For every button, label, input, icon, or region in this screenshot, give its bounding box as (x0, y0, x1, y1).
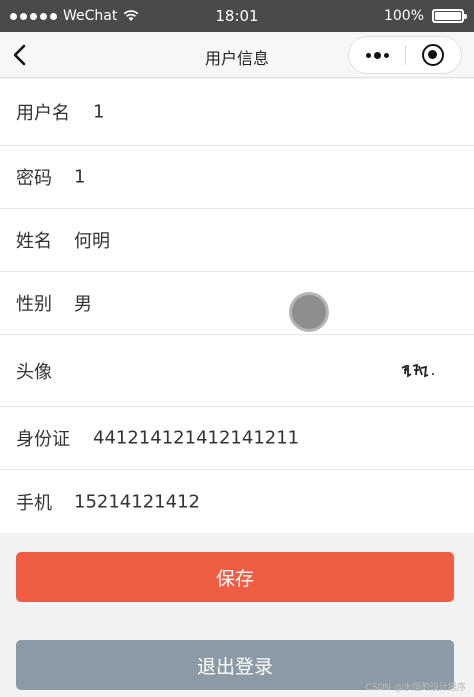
field-label: 用户名 (16, 103, 70, 124)
gender-row[interactable]: 性别 男 (0, 272, 474, 335)
miniprogram-capsule (348, 36, 462, 74)
touch-indicator (289, 292, 329, 332)
field-label: 密码 (16, 168, 52, 189)
field-label: 头像 (16, 361, 52, 383)
password-value[interactable]: 1 (74, 167, 85, 188)
password-row[interactable]: 密码 1 (0, 146, 474, 209)
id-card-value[interactable]: 441214121412141211 (93, 428, 299, 449)
save-button[interactable]: 保存 (16, 552, 454, 602)
username-value[interactable]: 1 (93, 102, 104, 123)
target-icon (422, 44, 445, 66)
avatar[interactable] (400, 360, 440, 382)
field-label: 身份证 (16, 429, 70, 450)
status-right: 100% (383, 8, 467, 24)
name-row[interactable]: 姓名 何明 (0, 209, 474, 272)
avatar-row[interactable]: 头像 (0, 335, 474, 407)
id-card-row[interactable]: 身份证 441214121412141211 (0, 407, 474, 470)
name-value[interactable]: 何明 (74, 227, 110, 253)
user-info-list: 用户名 1 密码 1 姓名 何明 性别 男 头像 身份证 44121412141… (0, 79, 474, 533)
watermark: CSDN @水恒的设计程序 (365, 683, 466, 693)
more-menu-icon[interactable] (349, 51, 405, 59)
field-label: 手机 (16, 492, 52, 514)
field-label: 性别 (16, 294, 52, 315)
nav-bar: 用户信息 (0, 32, 474, 78)
gender-value[interactable]: 男 (74, 290, 92, 316)
battery-percent: 100% (383, 8, 424, 24)
username-row[interactable]: 用户名 1 (0, 79, 474, 146)
status-bar: WeChat 18:01 100% (0, 0, 474, 32)
phone-value[interactable]: 15214121412 (74, 491, 200, 512)
close-miniprogram-button[interactable] (406, 44, 461, 66)
field-label: 姓名 (16, 231, 52, 252)
phone-row[interactable]: 手机 15214121412 (0, 470, 474, 533)
battery-icon (432, 9, 467, 23)
